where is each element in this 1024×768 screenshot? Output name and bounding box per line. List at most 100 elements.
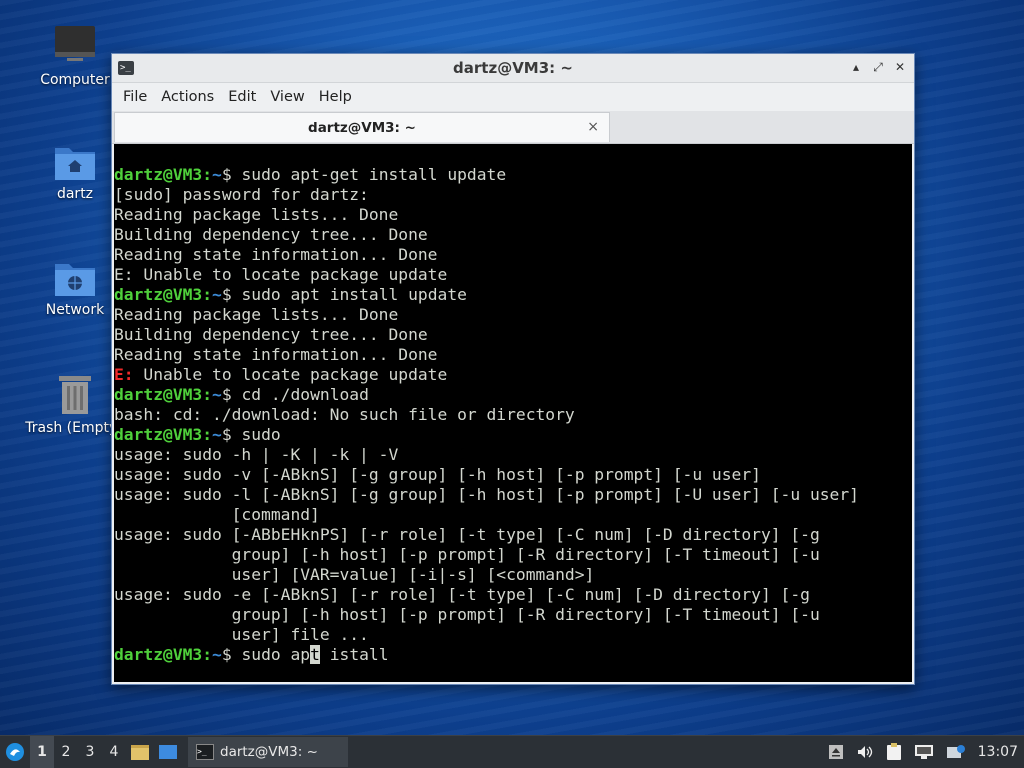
terminal-line: usage: sudo [-ABbEHknPS] [-r role] [-t t… bbox=[114, 525, 912, 545]
output-text: group] [-h host] [-p prompt] [-R directo… bbox=[114, 545, 820, 564]
output-text: E: Unable to locate package update bbox=[114, 265, 448, 284]
text-cursor: t bbox=[310, 645, 320, 664]
update-notifier-icon[interactable] bbox=[946, 744, 966, 760]
file-manager-icon bbox=[131, 745, 149, 760]
menu-view[interactable]: View bbox=[263, 89, 311, 105]
input-before-cursor: sudo ap bbox=[241, 645, 311, 664]
terminal-line: Reading package lists... Done bbox=[114, 305, 912, 325]
window-titlebar[interactable]: >_ dartz@VM3: ~ ▴ ⤢ ✕ bbox=[112, 54, 914, 83]
output-text: [command] bbox=[114, 505, 320, 524]
clock[interactable]: 13:07 bbox=[978, 744, 1018, 760]
terminal-line: Reading state information... Done bbox=[114, 245, 912, 265]
maximize-button[interactable]: ⤢ bbox=[870, 59, 886, 75]
desktop-icon bbox=[159, 745, 177, 759]
output-text: bash: cd: ./download: No such file or di… bbox=[114, 405, 575, 424]
prompt-path: ~ bbox=[212, 165, 222, 184]
taskbar: 1 2 3 4 >_ dartz@VM3: ~ 13:07 bbox=[0, 735, 1024, 768]
prompt-path: ~ bbox=[212, 285, 222, 304]
prompt-colon: : bbox=[202, 425, 213, 444]
prompt-symbol: $ bbox=[221, 165, 242, 184]
prompt-user: dartz@VM3 bbox=[114, 285, 203, 304]
command-text: sudo apt install update bbox=[241, 285, 467, 304]
trash-icon bbox=[59, 376, 91, 414]
workspace-2[interactable]: 2 bbox=[54, 736, 78, 768]
terminal-window: >_ dartz@VM3: ~ ▴ ⤢ ✕ File Actions Edit … bbox=[111, 53, 915, 685]
prompt-colon: : bbox=[202, 165, 213, 184]
clipboard-icon[interactable] bbox=[886, 743, 902, 761]
task-label: dartz@VM3: ~ bbox=[220, 744, 318, 760]
prompt-symbol: $ bbox=[221, 645, 242, 664]
prompt-user: dartz@VM3 bbox=[114, 645, 203, 664]
terminal-line: Reading state information... Done bbox=[114, 345, 912, 365]
tab-bar: dartz@VM3: ~ × bbox=[112, 111, 914, 144]
show-desktop-button[interactable] bbox=[154, 736, 182, 768]
menu-edit[interactable]: Edit bbox=[221, 89, 263, 105]
command-text: sudo bbox=[241, 425, 281, 444]
terminal-line: dartz@VM3:~$ cd ./download bbox=[114, 385, 912, 405]
terminal-line: E: Unable to locate package update bbox=[114, 265, 912, 285]
desktop-icon-computer[interactable]: Computer bbox=[27, 24, 123, 88]
output-text: usage: sudo -v [-ABknS] [-g group] [-h h… bbox=[114, 465, 761, 484]
computer-icon bbox=[55, 26, 95, 61]
output-text: Unable to locate package update bbox=[133, 365, 448, 384]
prompt-path: ~ bbox=[212, 425, 222, 444]
file-manager-launcher[interactable] bbox=[126, 736, 154, 768]
lubuntu-logo-icon bbox=[6, 743, 24, 761]
terminal-line: E: Unable to locate package update bbox=[114, 365, 912, 385]
tab-terminal[interactable]: dartz@VM3: ~ × bbox=[114, 112, 610, 142]
terminal-line: Building dependency tree... Done bbox=[114, 225, 912, 245]
terminal-output[interactable]: dartz@VM3:~$ sudo apt-get install update… bbox=[114, 144, 912, 682]
output-text: usage: sudo [-ABbEHknPS] [-r role] [-t t… bbox=[114, 525, 820, 544]
home-folder-icon bbox=[55, 148, 95, 180]
tab-close-icon[interactable]: × bbox=[587, 119, 599, 135]
network-status-icon[interactable] bbox=[914, 744, 934, 760]
tab-label: dartz@VM3: ~ bbox=[308, 119, 416, 136]
output-text: Reading package lists... Done bbox=[114, 305, 399, 324]
prompt-path: ~ bbox=[212, 385, 222, 404]
desktop-icon-label: dartz bbox=[56, 186, 94, 202]
command-text: cd ./download bbox=[241, 385, 369, 404]
terminal-line: user] file ... bbox=[114, 625, 912, 645]
error-prefix: E: bbox=[114, 365, 134, 384]
terminal-app-icon: >_ bbox=[196, 744, 214, 760]
minimize-button[interactable]: ▴ bbox=[848, 59, 864, 75]
start-menu-button[interactable] bbox=[0, 736, 30, 768]
output-text: group] [-h host] [-p prompt] [-R directo… bbox=[114, 605, 820, 624]
terminal-line: [command] bbox=[114, 505, 912, 525]
desktop-icon-home[interactable]: dartz bbox=[27, 142, 123, 202]
terminal-line: usage: sudo -v [-ABknS] [-g group] [-h h… bbox=[114, 465, 912, 485]
terminal-line: dartz@VM3:~$ sudo apt install update bbox=[114, 285, 912, 305]
terminal-line: [sudo] password for dartz: bbox=[114, 185, 912, 205]
terminal-line: usage: sudo -e [-ABknS] [-r role] [-t ty… bbox=[114, 585, 912, 605]
prompt-user: dartz@VM3 bbox=[114, 165, 203, 184]
close-button[interactable]: ✕ bbox=[892, 59, 908, 75]
workspace-3[interactable]: 3 bbox=[78, 736, 102, 768]
terminal-line: usage: sudo -h | -K | -k | -V bbox=[114, 445, 912, 465]
prompt-symbol: $ bbox=[221, 385, 242, 404]
menu-actions[interactable]: Actions bbox=[154, 89, 221, 105]
output-text: Reading state information... Done bbox=[114, 245, 438, 264]
terminal-line: dartz@VM3:~$ sudo apt-get install update bbox=[114, 165, 912, 185]
desktop-icon-network[interactable]: Network bbox=[27, 258, 123, 318]
output-text: usage: sudo -e [-ABknS] [-r role] [-t ty… bbox=[114, 585, 810, 604]
volume-icon[interactable] bbox=[856, 744, 874, 760]
workspace-1[interactable]: 1 bbox=[30, 736, 54, 768]
menu-help[interactable]: Help bbox=[312, 89, 359, 105]
terminal-line: user] [VAR=value] [-i|-s] [<command>] bbox=[114, 565, 912, 585]
output-text: Reading package lists... Done bbox=[114, 205, 399, 224]
window-title: dartz@VM3: ~ bbox=[453, 59, 573, 77]
prompt-user: dartz@VM3 bbox=[114, 385, 203, 404]
workspace-4[interactable]: 4 bbox=[102, 736, 126, 768]
output-text: usage: sudo -l [-ABknS] [-g group] [-h h… bbox=[114, 485, 859, 504]
current-input-line[interactable]: dartz@VM3:~$ sudo apt istall bbox=[114, 645, 912, 665]
eject-icon[interactable] bbox=[828, 744, 844, 760]
prompt-colon: : bbox=[202, 645, 213, 664]
network-folder-icon bbox=[55, 264, 95, 296]
terminal-line: dartz@VM3:~$ sudo bbox=[114, 425, 912, 445]
terminal-line: bash: cd: ./download: No such file or di… bbox=[114, 405, 912, 425]
desktop-icon-trash[interactable]: Trash (Empty) bbox=[25, 372, 123, 436]
output-text: user] file ... bbox=[114, 625, 369, 644]
taskbar-task-terminal[interactable]: >_ dartz@VM3: ~ bbox=[188, 737, 348, 767]
menu-file[interactable]: File bbox=[116, 89, 154, 105]
output-text: Building dependency tree... Done bbox=[114, 225, 428, 244]
